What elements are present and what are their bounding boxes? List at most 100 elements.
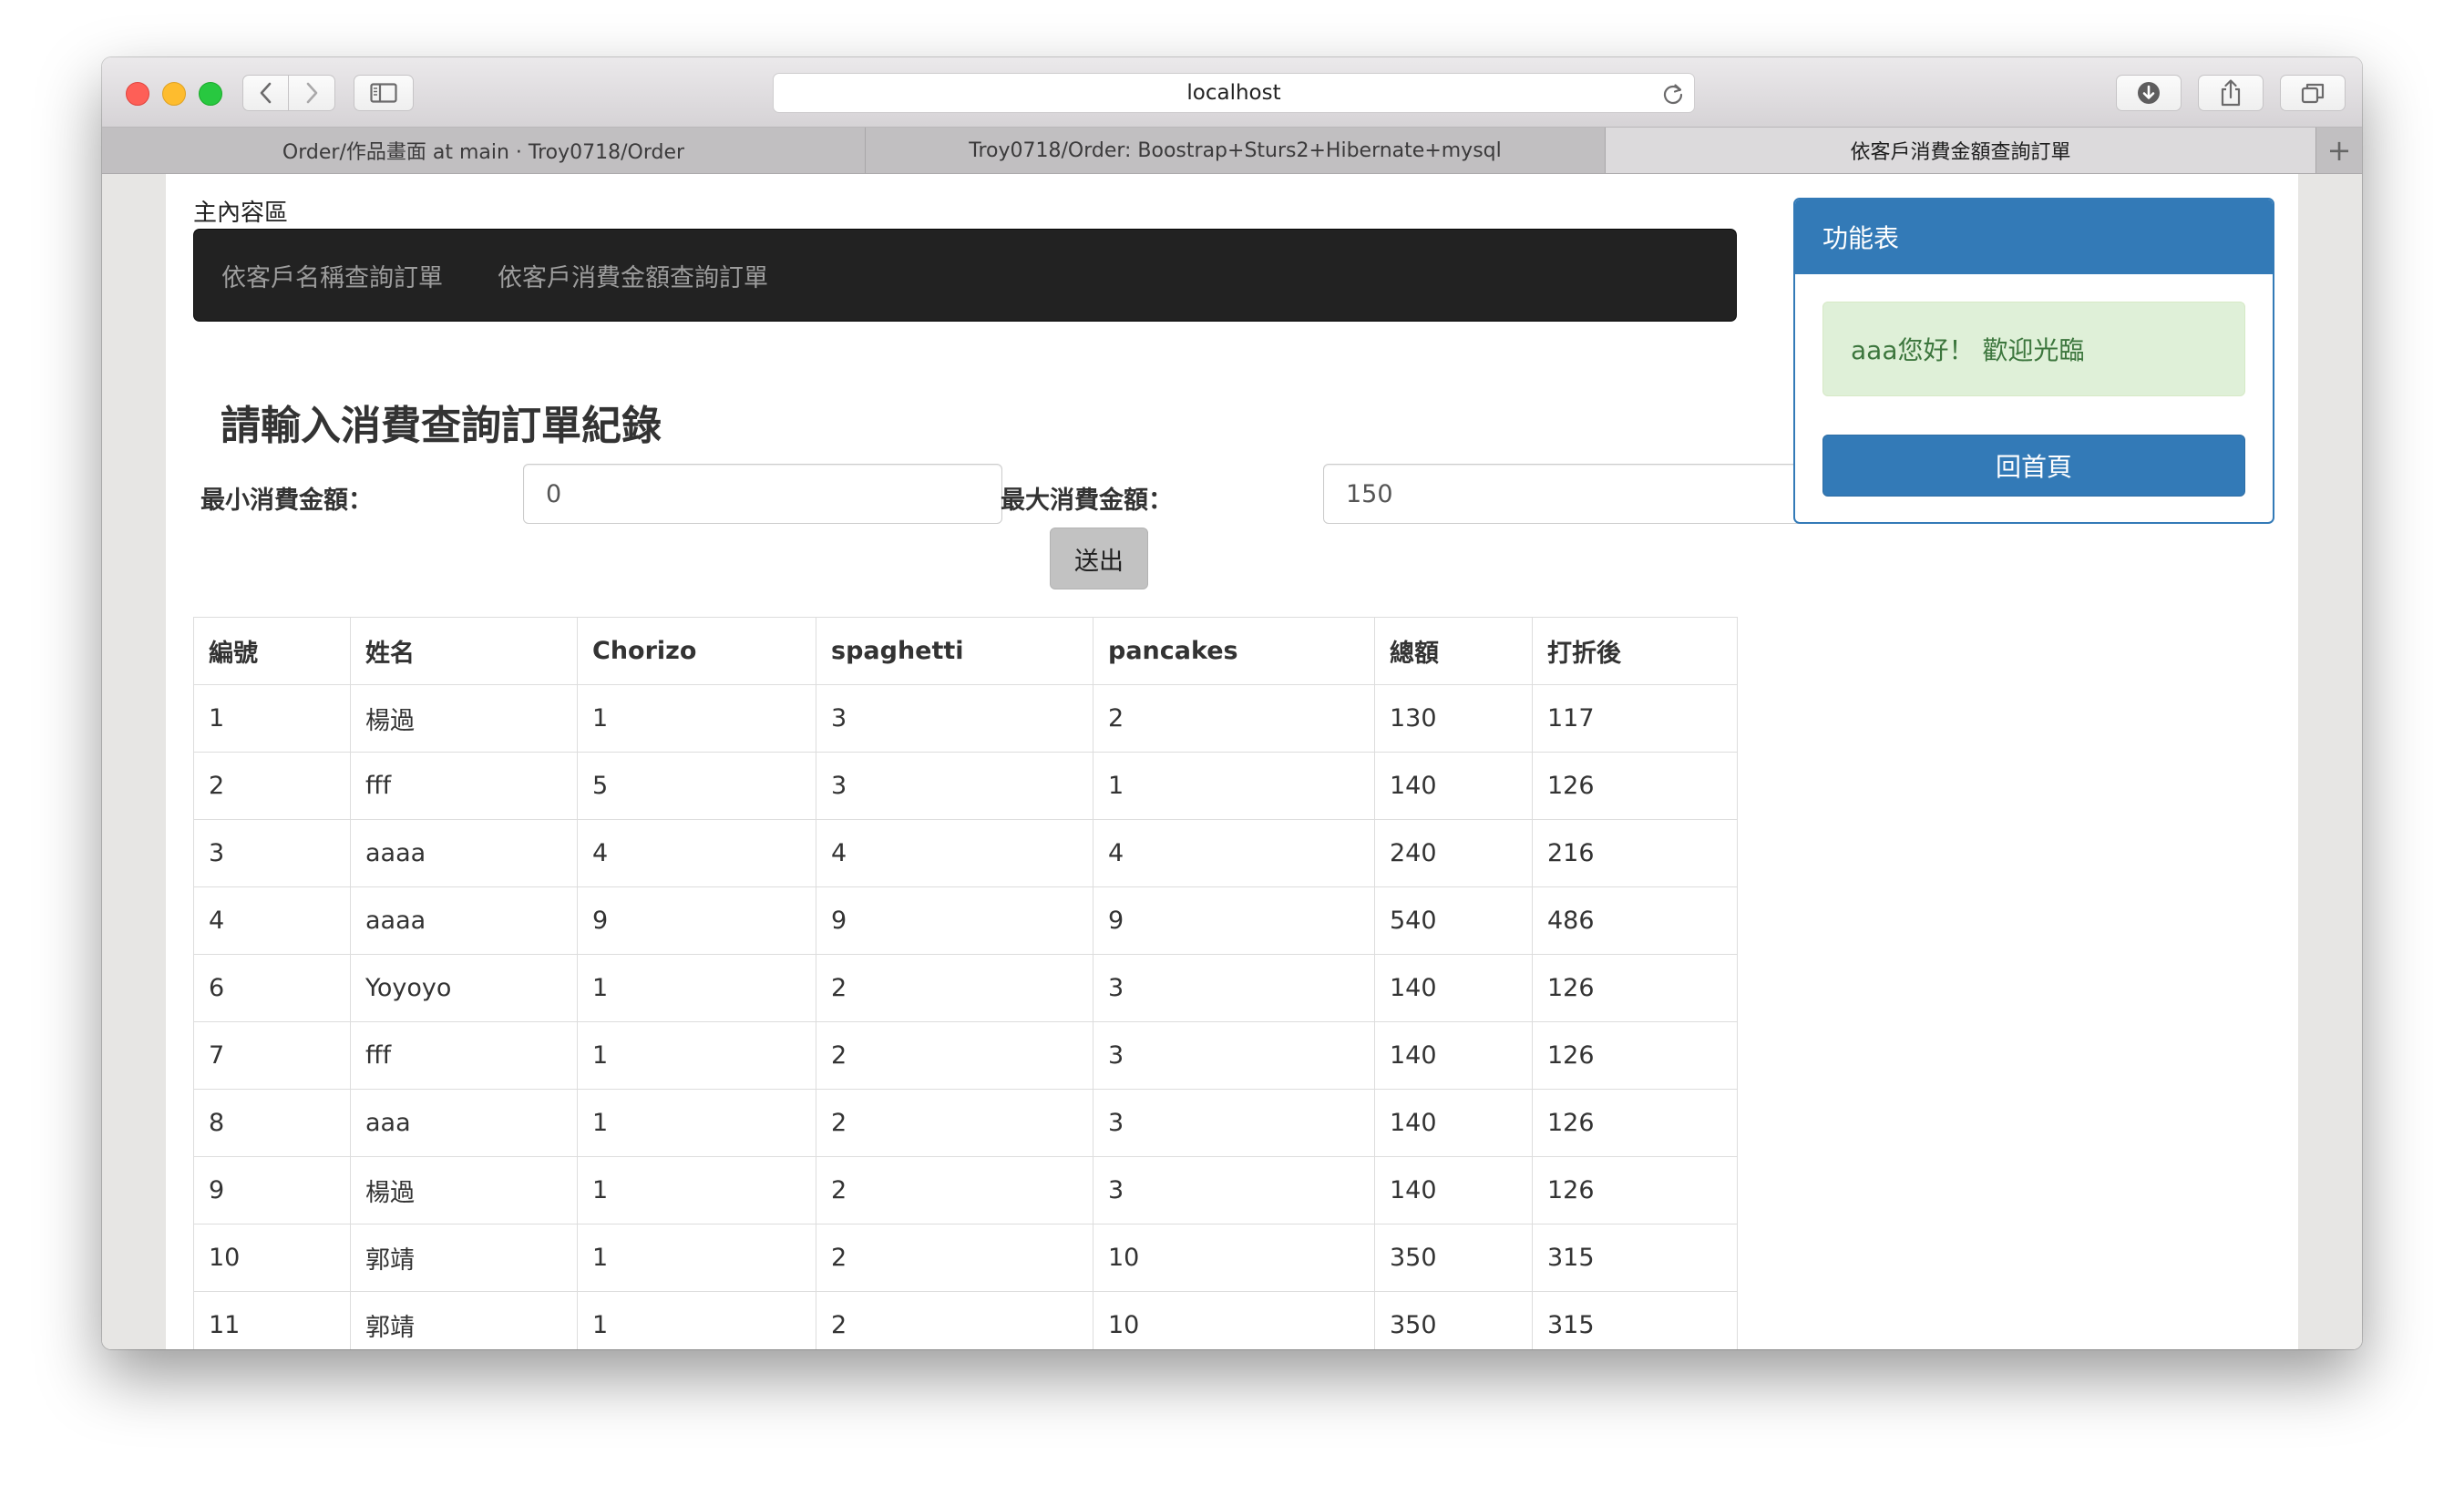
table-cell: 3	[816, 752, 1093, 820]
table-cell: 126	[1532, 1156, 1738, 1224]
table-cell: aaaa	[350, 886, 578, 955]
table-row: 11 郭靖 1 2 10 350 315	[193, 1291, 1738, 1349]
table-row: 6 Yoyoyo 1 2 3 140 126	[193, 954, 1738, 1022]
minimize-window-button[interactable]	[162, 82, 186, 106]
table-cell: 10	[1093, 1224, 1375, 1292]
table-cell: 2	[816, 1224, 1093, 1292]
tab-query-by-amount[interactable]: 依客戶消費金額查詢訂單	[1606, 128, 2316, 173]
table-cell: 郭靖	[350, 1224, 578, 1292]
chevron-left-icon	[260, 82, 271, 104]
table-cell: 117	[1532, 684, 1738, 753]
table-cell: 126	[1532, 954, 1738, 1022]
table-cell: 4	[816, 819, 1093, 887]
table-cell: 126	[1532, 1021, 1738, 1090]
column-header: pancakes	[1093, 617, 1375, 685]
table-cell: 3	[1093, 1021, 1375, 1090]
browser-toolbar: localhost	[102, 57, 2362, 128]
table-cell: 6	[193, 954, 351, 1022]
main-section-label: 主內容區	[193, 200, 289, 227]
table-cell: 9	[1093, 886, 1375, 955]
page-viewport: 主內容區 依客戶名稱查詢訂單 依客戶消費金額查詢訂單 請輸入消費查詢訂單紀錄 最…	[102, 174, 2362, 1349]
table-cell: 4	[577, 819, 816, 887]
column-header: 編號	[193, 617, 351, 685]
table-row: 3 aaaa 4 4 4 240 216	[193, 819, 1738, 887]
min-amount-input[interactable]	[523, 464, 1002, 524]
table-cell: 2	[193, 752, 351, 820]
table-cell: 1	[577, 954, 816, 1022]
table-row: 8 aaa 1 2 3 140 126	[193, 1089, 1738, 1157]
table-cell: 540	[1374, 886, 1533, 955]
table-cell: aaa	[350, 1089, 578, 1157]
max-amount-label: 最大消費金額：	[1001, 487, 1173, 515]
table-cell: 126	[1532, 1089, 1738, 1157]
nav-link-query-by-name[interactable]: 依客戶名稱查詢訂單	[221, 258, 443, 293]
table-cell: 240	[1374, 819, 1533, 887]
column-header: 打折後	[1532, 617, 1738, 685]
table-cell: 1	[1093, 752, 1375, 820]
min-amount-label: 最小消費金額：	[200, 487, 373, 515]
table-cell: 3	[1093, 1089, 1375, 1157]
table-cell: 1	[577, 1089, 816, 1157]
table-cell: 郭靖	[350, 1291, 578, 1349]
table-cell: 2	[816, 954, 1093, 1022]
table-cell: 1	[577, 1224, 816, 1292]
table-cell: fff	[350, 752, 578, 820]
tab-overview-button[interactable]	[2280, 75, 2346, 111]
table-cell: 10	[1093, 1291, 1375, 1349]
orders-table: 編號 姓名 Chorizo spaghetti pancakes 總額 打折後 …	[193, 617, 1738, 1349]
tab-order-screens[interactable]: Order/作品畫面 at main · Troy0718/Order	[102, 128, 866, 173]
table-header-row: 編號 姓名 Chorizo spaghetti pancakes 總額 打折後	[193, 617, 1738, 685]
download-icon	[2138, 82, 2160, 104]
table-cell: 3	[816, 684, 1093, 753]
table-row: 2 fff 5 3 1 140 126	[193, 752, 1738, 820]
table-cell: 2	[816, 1089, 1093, 1157]
back-button[interactable]	[242, 75, 289, 111]
table-cell: 216	[1532, 819, 1738, 887]
zoom-window-button[interactable]	[199, 82, 222, 106]
tab-order-repo[interactable]: Troy0718/Order: Boostrap+Sturs2+Hibernat…	[866, 128, 1606, 173]
tab-bar: Order/作品畫面 at main · Troy0718/Order Troy…	[102, 128, 2362, 174]
close-window-button[interactable]	[126, 82, 149, 106]
nav-link-query-by-amount[interactable]: 依客戶消費金額查詢訂單	[498, 258, 768, 293]
reload-icon[interactable]	[1661, 82, 1685, 106]
table-cell: 11	[193, 1291, 351, 1349]
welcome-alert: aaa您好！ 歡迎光臨	[1822, 302, 2245, 396]
forward-button[interactable]	[289, 75, 335, 111]
table-row: 9 楊過 1 2 3 140 126	[193, 1156, 1738, 1224]
table-cell: 8	[193, 1089, 351, 1157]
new-tab-button[interactable]: +	[2316, 128, 2362, 173]
function-menu-panel: 功能表 aaa您好！ 歡迎光臨 回首頁	[1793, 198, 2274, 524]
column-header: 姓名	[350, 617, 578, 685]
table-cell: 3	[1093, 1156, 1375, 1224]
table-cell: 130	[1374, 684, 1533, 753]
sidebar-toggle-button[interactable]	[354, 75, 414, 111]
table-cell: 9	[193, 1156, 351, 1224]
table-cell: 1	[193, 684, 351, 753]
panel-title: 功能表	[1795, 200, 2273, 274]
table-cell: Yoyoyo	[350, 954, 578, 1022]
tabs-icon	[2301, 83, 2325, 104]
table-cell: 2	[816, 1156, 1093, 1224]
column-header: 總額	[1374, 617, 1533, 685]
home-button[interactable]: 回首頁	[1822, 435, 2245, 497]
table-cell: 350	[1374, 1291, 1533, 1349]
address-bar[interactable]: localhost	[773, 73, 1695, 113]
table-cell: 3	[193, 819, 351, 887]
table-cell: 2	[816, 1291, 1093, 1349]
history-navigation	[242, 75, 335, 111]
table-cell: 140	[1374, 752, 1533, 820]
table-cell: 1	[577, 1291, 816, 1349]
table-cell: 9	[577, 886, 816, 955]
table-cell: 315	[1532, 1224, 1738, 1292]
downloads-button[interactable]	[2116, 75, 2182, 111]
share-icon	[2221, 79, 2241, 107]
table-cell: 126	[1532, 752, 1738, 820]
table-cell: 4	[1093, 819, 1375, 887]
page-container: 主內容區 依客戶名稱查詢訂單 依客戶消費金額查詢訂單 請輸入消費查詢訂單紀錄 最…	[166, 174, 2298, 1349]
max-amount-input[interactable]	[1323, 464, 1802, 524]
table-cell: 7	[193, 1021, 351, 1090]
submit-button[interactable]: 送出	[1050, 528, 1148, 589]
table-cell: 3	[1093, 954, 1375, 1022]
table-row: 10 郭靖 1 2 10 350 315	[193, 1224, 1738, 1292]
share-button[interactable]	[2198, 75, 2264, 111]
